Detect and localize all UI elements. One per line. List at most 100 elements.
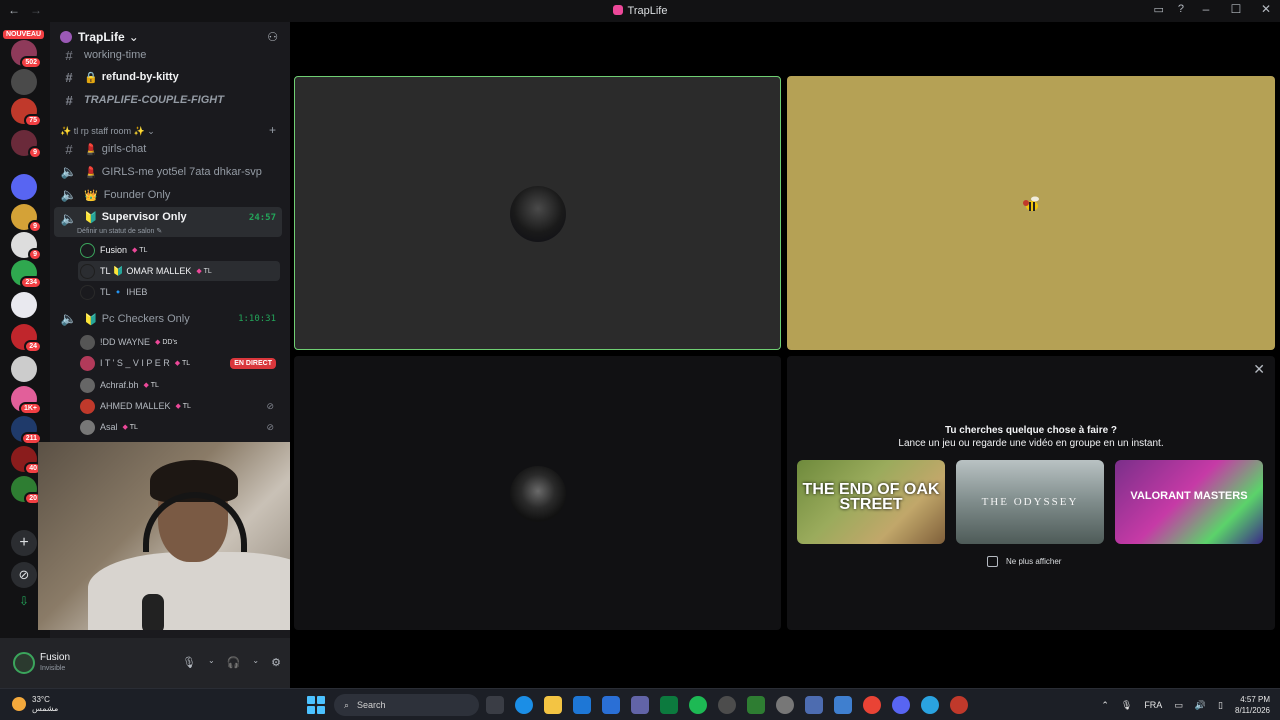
close-button[interactable]: ✕ <box>1258 2 1274 16</box>
window-titlebar: ← → TrapLife ▭ ? – ☐ ✕ <box>0 0 1280 22</box>
clock[interactable]: 4:57 PM 8/11/2026 <box>1235 694 1270 716</box>
channel-working-time[interactable]: # working-time <box>54 48 282 62</box>
server-9-icon[interactable] <box>11 292 37 318</box>
teams-icon[interactable] <box>631 696 649 714</box>
channel-girls-chat[interactable]: # 💄 girls-chat <box>54 139 282 159</box>
voice-user[interactable]: TL 🔰 OMAR MALLEK ◆ TL <box>78 261 280 281</box>
inbox-icon[interactable]: ▭ <box>1153 3 1163 16</box>
server-6-icon[interactable]: 9 <box>11 204 42 233</box>
discord-icon[interactable] <box>892 696 910 714</box>
add-server-icon[interactable]: + <box>11 530 37 556</box>
server-2-icon[interactable] <box>11 69 37 95</box>
help-icon[interactable]: ? <box>1178 3 1184 16</box>
chevron-down-icon[interactable]: ⌄ <box>208 656 215 669</box>
user-name[interactable]: Fusion <box>40 652 70 663</box>
taskbar-search[interactable]: ⌕ Search <box>334 694 479 716</box>
unread-badge: 75 <box>24 114 42 127</box>
volume-icon[interactable]: 🔊 <box>1195 700 1206 711</box>
settings-icon[interactable] <box>805 696 823 714</box>
app-icon[interactable] <box>747 696 765 714</box>
create-channel-icon[interactable]: + <box>269 123 276 137</box>
chevron-down-icon[interactable]: ⌄ <box>252 656 259 669</box>
outlook-icon[interactable] <box>573 696 591 714</box>
channel-label: GIRLS-me yot5el 7ata dhkar-svp <box>101 166 262 178</box>
server-15-icon[interactable]: 20 <box>11 476 42 505</box>
add-member-icon[interactable]: ⚇ <box>267 30 278 44</box>
voice-user[interactable]: I T ' S _ V I P E R ◆ TL EN DIRECT <box>78 353 280 373</box>
server-3-icon[interactable]: 75 <box>11 98 42 127</box>
video-tile-2[interactable] <box>787 76 1275 350</box>
channel-status-hint[interactable]: Définir un statut de salon ✎ <box>77 227 162 235</box>
spotify-icon[interactable] <box>689 696 707 714</box>
close-icon[interactable]: ✕ <box>1253 361 1265 378</box>
avatar <box>80 398 95 414</box>
voice-user[interactable]: TL 🔹 IHEB <box>78 282 280 302</box>
voice-user[interactable]: Fusion ◆ TL <box>78 240 280 260</box>
weather-widget[interactable]: 33°C مشمس <box>12 695 58 713</box>
server-10-icon[interactable]: 24 <box>11 324 42 353</box>
edge-icon[interactable] <box>515 696 533 714</box>
channel-couple-fight[interactable]: # TRAPLIFE-COUPLE-FIGHT <box>54 90 282 110</box>
channel-founder-only[interactable]: 🔈 👑 Founder Only <box>54 185 282 205</box>
channel-label: Supervisor Only <box>101 211 187 223</box>
category-staff-room[interactable]: ✨ tl rp staff room ✨ ⌄ <box>60 126 155 137</box>
server-13-icon[interactable]: 211 <box>11 416 42 445</box>
voice-user[interactable]: Asal ◆ TL ⊘ <box>78 417 280 437</box>
windows-start-icon[interactable] <box>307 696 325 714</box>
guild-name: TrapLife <box>78 30 125 44</box>
chatgpt-icon[interactable] <box>776 696 794 714</box>
server-8-icon[interactable]: 234 <box>11 260 42 289</box>
telegram-icon[interactable] <box>921 696 939 714</box>
server-7-icon[interactable]: 9 <box>11 232 42 261</box>
checkbox[interactable] <box>987 556 998 567</box>
role-tag: ◆ TL <box>174 360 191 367</box>
microphone-icon[interactable]: 🎙 <box>1121 700 1132 711</box>
microphone-icon[interactable]: 🎙 <box>182 656 196 669</box>
channel-pc-checkers[interactable]: 🔈 🔰 Pc Checkers Only 1:10:31 <box>54 309 282 329</box>
activity-card-valorant[interactable]: VALORANT MASTERS <box>1115 460 1263 544</box>
server-5-icon[interactable] <box>11 174 37 200</box>
voice-user-name: TL 🔰 OMAR MALLEK <box>100 265 192 276</box>
role-tag: ◆ TL <box>175 403 191 410</box>
server-4-icon[interactable]: 9 <box>11 130 42 159</box>
minimize-button[interactable]: – <box>1198 2 1214 16</box>
server-12-icon[interactable]: 1K+ <box>11 386 42 415</box>
calculator-icon[interactable] <box>834 696 852 714</box>
nvidia-icon[interactable] <box>660 696 678 714</box>
video-tile-3[interactable] <box>294 356 781 630</box>
avatar[interactable] <box>13 652 35 674</box>
unread-badge: 234 <box>20 276 42 289</box>
activity-card-odyssey[interactable]: THE ODYSSEY <box>956 460 1104 544</box>
unread-badge: 9 <box>28 220 42 233</box>
network-icon[interactable]: ▭ <box>1174 700 1183 711</box>
do-not-show-again[interactable]: Ne plus afficher <box>987 556 1061 567</box>
channel-refund-by-kitty[interactable]: # 🔒 refund-by-kitty <box>54 67 282 87</box>
server-14-icon[interactable]: 40 <box>11 446 42 475</box>
chevron-up-icon[interactable]: ⌃ <box>1101 700 1109 711</box>
maximize-button[interactable]: ☐ <box>1228 2 1244 16</box>
server-1-icon[interactable]: 502 <box>11 40 42 69</box>
battery-icon[interactable]: ▯ <box>1218 700 1223 711</box>
voice-user[interactable]: AHMED MALLEK ◆ TL ⊘ <box>78 396 280 416</box>
video-tile-speaking[interactable] <box>294 76 781 350</box>
server-11-icon[interactable] <box>11 356 37 382</box>
role-tag: ◆ DD's <box>155 339 178 346</box>
hash-icon: # <box>65 48 73 62</box>
file-explorer-icon[interactable] <box>544 696 562 714</box>
channel-girls-me[interactable]: 🔈 💄 GIRLS-me yot5el 7ata dhkar-svp <box>54 162 282 182</box>
explore-icon[interactable]: ⊘ <box>11 562 37 588</box>
headphones-icon[interactable]: 🎧 <box>227 656 241 669</box>
voice-user[interactable]: Achraf.bh ◆ TL <box>78 375 280 395</box>
gear-icon[interactable]: ⚙ <box>271 656 281 669</box>
activity-card-oak-street[interactable]: THE END OF OAK STREET <box>797 460 945 544</box>
download-icon[interactable]: ⇩ <box>11 588 37 614</box>
voice-user-name: I T ' S _ V I P E R <box>100 358 170 368</box>
voice-user[interactable]: !DD WAYNE ◆ DD's <box>78 332 280 352</box>
store-icon[interactable] <box>602 696 620 714</box>
app-icon[interactable] <box>950 696 968 714</box>
task-view-icon[interactable] <box>486 696 504 714</box>
shield-icon: 🔰 <box>84 313 98 326</box>
language-indicator[interactable]: FRA <box>1144 700 1162 710</box>
app-icon[interactable] <box>718 696 736 714</box>
chrome-icon[interactable] <box>863 696 881 714</box>
